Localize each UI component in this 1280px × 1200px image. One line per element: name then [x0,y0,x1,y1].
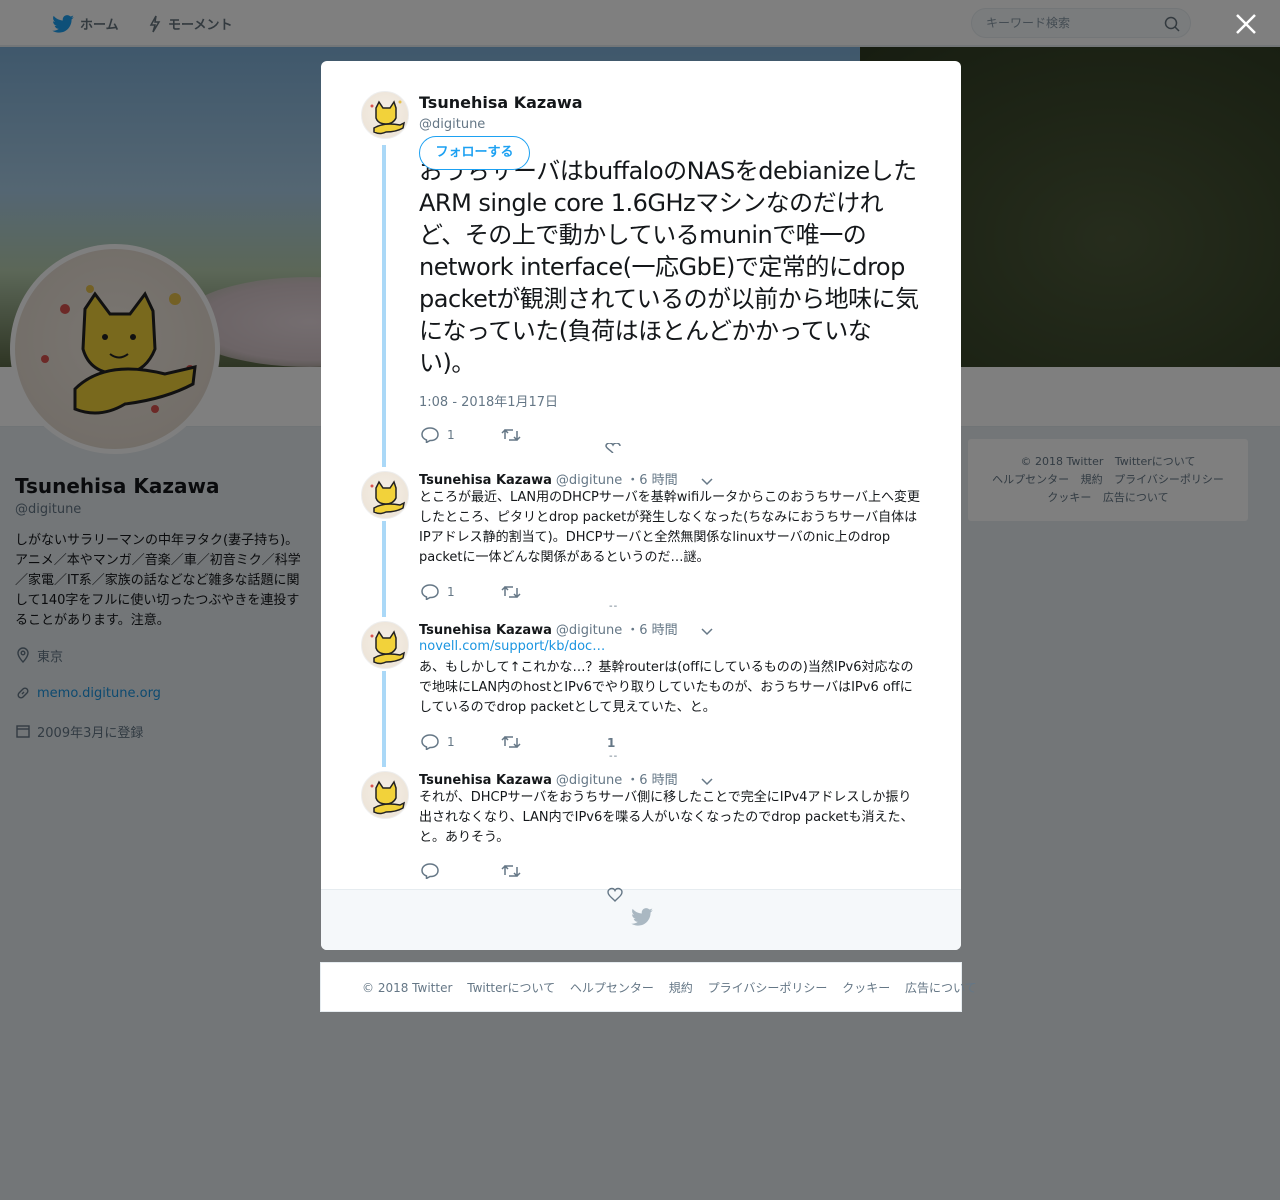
follow-button[interactable]: フォローする [419,136,530,170]
reply-author-name[interactable]: Tsunehisa Kazawa [419,623,552,638]
thread-line [382,521,386,617]
tweet-author-handle[interactable]: @digitune [419,117,485,132]
reply-count: 1 [447,428,455,442]
reply-time[interactable]: ・6 時間 [626,623,677,638]
retweet-button[interactable] [501,427,521,443]
footer-link-ads[interactable]: 広告について [905,981,977,995]
reply-count: 1 [447,735,455,749]
footer-link-copyright: © 2018 Twitter [362,981,453,995]
tweet-timestamp[interactable]: 1:08 - 2018年1月17日 [419,391,558,410]
reply-text: それが、DHCPサーバをおうちサーバ側に移したことで完全にIPv4アドレスしか振… [419,790,914,845]
thread-line [382,145,386,467]
tweet-author-name[interactable]: Tsunehisa Kazawa [419,93,583,112]
footer-link-cookies[interactable]: クッキー [842,981,890,995]
reply-time[interactable]: ・6 時間 [626,773,677,788]
retweet-icon [501,428,521,442]
reply-header: Tsunehisa Kazawa @digitune ・6 時間 [419,469,714,488]
retweet-icon [501,735,521,749]
avatar[interactable] [361,91,409,139]
retweet-button[interactable] [501,863,521,879]
heart-icon [605,443,621,453]
avatar[interactable] [361,621,409,669]
modal-footer [321,887,961,950]
like-button-divider: -- [609,751,619,762]
footer-link-help[interactable]: ヘルプセンター [570,981,654,995]
reply-author-handle[interactable]: @digitune [556,773,622,788]
reply-author-name[interactable]: Tsunehisa Kazawa [419,773,552,788]
reply-actions: 1 1 [419,734,719,754]
reply-text: あ、もしかして↑これかな…？基幹routerは(offにしているものの)当然IP… [419,660,914,715]
tweet-modal: Tsunehisa Kazawa @digitune おうちサーバはbuffal… [321,61,961,950]
bottom-footer: © 2018 Twitter Twitterについて ヘルプセンター 規約 プラ… [320,962,977,1012]
reply-count: 1 [447,585,455,599]
tweet-actions: 1 [419,427,719,453]
chevron-down-icon[interactable] [700,776,714,786]
like-button[interactable]: 1 [607,736,615,750]
reply-actions: 1 [419,584,719,604]
like-count: 1 [607,736,616,750]
reply-author-name[interactable]: Tsunehisa Kazawa [419,473,552,488]
heart-icon[interactable] [607,887,623,903]
close-icon[interactable] [1234,12,1258,36]
reply-button[interactable]: 1 [421,427,455,443]
reply-button[interactable]: 1 [421,584,455,600]
reply-author-handle[interactable]: @digitune [556,473,622,488]
reply-button[interactable] [421,863,439,879]
retweet-icon [501,864,521,878]
twitter-bird-icon [631,908,653,926]
reply-icon [421,584,439,600]
tweet-text: おうちサーバはbuffaloのNASをdebianizeしたARM single… [419,157,919,377]
retweet-icon [501,585,521,599]
like-button[interactable] [605,443,621,453]
reply-icon [421,863,439,879]
footer-link-terms[interactable]: 規約 [669,981,693,995]
chevron-down-icon[interactable] [700,626,714,636]
avatar[interactable] [361,471,409,519]
like-button-divider: -- [609,601,619,612]
avatar[interactable] [361,771,409,819]
retweet-button[interactable] [501,734,521,750]
thread-line [382,671,386,767]
reply-icon [421,734,439,750]
reply-icon [421,427,439,443]
reply-time[interactable]: ・6 時間 [626,473,677,488]
reply-header: Tsunehisa Kazawa @digitune ・6 時間 [419,769,714,788]
reply-header: Tsunehisa Kazawa @digitune ・6 時間 [419,619,714,638]
reply-button[interactable]: 1 [421,734,455,750]
reply-author-handle[interactable]: @digitune [556,623,622,638]
footer-link-privacy[interactable]: プライバシーポリシー [708,981,828,995]
reply-actions [419,863,719,883]
footer-link-about[interactable]: Twitterについて [467,981,555,995]
chevron-down-icon[interactable] [700,476,714,486]
reply-text: ところが最近、LAN用のDHCPサーバを基幹wifiルータからこのおうちサーバ上… [419,490,921,565]
reply-link[interactable]: novell.com/support/kb/doc… [419,639,605,654]
retweet-button[interactable] [501,584,521,600]
